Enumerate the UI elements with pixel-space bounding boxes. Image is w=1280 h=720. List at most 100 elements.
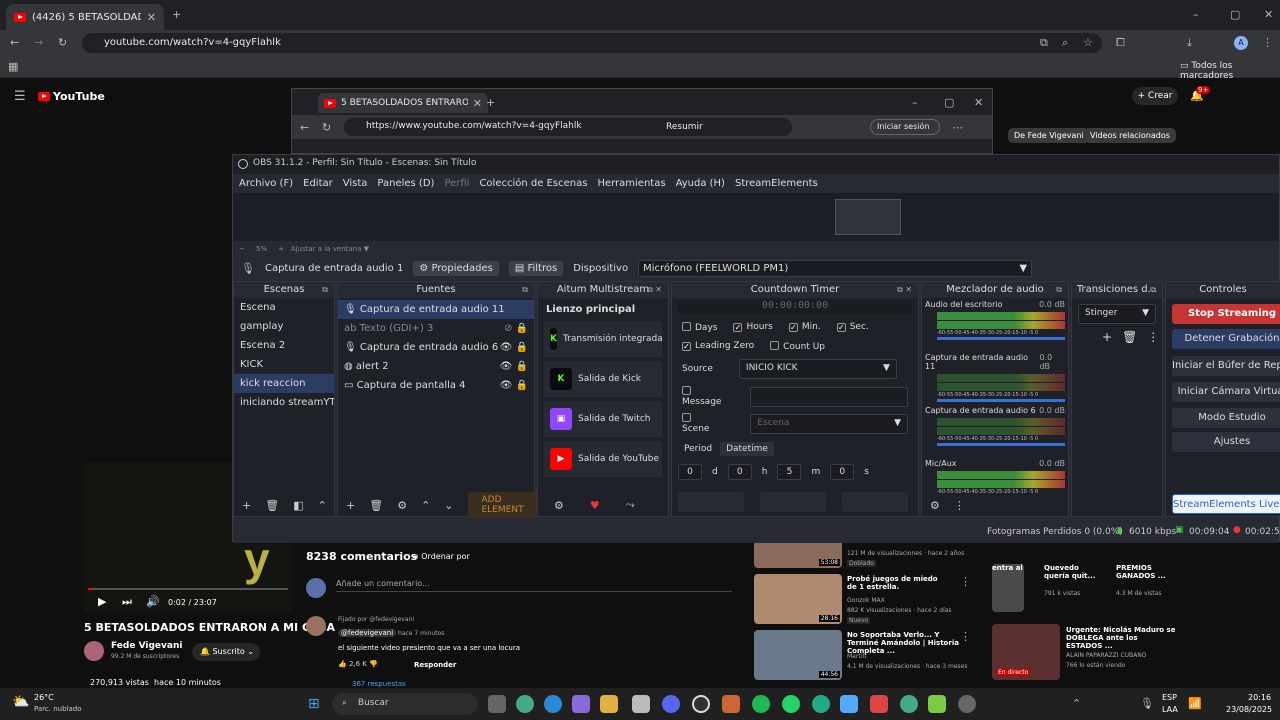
remove-transition-icon[interactable]: 🗑 bbox=[1122, 330, 1137, 344]
grid-title-4[interactable]: Urgente: Nicolás Maduro se DOBLEGA ante … bbox=[1066, 626, 1176, 650]
signin-button[interactable]: Iniciar sesión bbox=[870, 119, 940, 135]
mixer-undock-icon[interactable]: ⧉ bbox=[1056, 282, 1062, 298]
app5-icon[interactable] bbox=[928, 695, 946, 713]
star-icon[interactable]: ☆ bbox=[1083, 37, 1093, 48]
explorer-icon[interactable] bbox=[600, 695, 618, 713]
lang-1[interactable]: ESP bbox=[1162, 693, 1177, 702]
progress-bar[interactable] bbox=[88, 588, 288, 590]
app3-icon[interactable] bbox=[840, 695, 858, 713]
se-live-support-button[interactable]: StreamElements Live Support bbox=[1172, 494, 1280, 514]
hidden-icon[interactable]: ⊘ 🔒 bbox=[504, 319, 528, 338]
filters-button[interactable]: ▤ Filtros bbox=[508, 260, 564, 276]
period-hours[interactable]: 0 bbox=[727, 464, 752, 480]
zoom-out-icon[interactable]: − bbox=[239, 245, 245, 253]
period-minutes[interactable]: 5 bbox=[777, 464, 802, 480]
settings-button[interactable]: Ajustes bbox=[1172, 432, 1280, 452]
spotify-icon[interactable] bbox=[752, 695, 770, 713]
visibility-icon[interactable]: 👁 🔒 bbox=[500, 376, 528, 395]
studio-mode-button[interactable]: Modo Estudio bbox=[1172, 408, 1280, 428]
forward-icon[interactable]: → bbox=[34, 37, 43, 48]
sources-undock-icon[interactable]: ⧉ bbox=[522, 282, 528, 298]
rec-thumb-3[interactable]: 44:56 bbox=[754, 630, 842, 680]
add-transition-icon[interactable]: + bbox=[1102, 330, 1112, 344]
menu-vista[interactable]: Vista bbox=[343, 178, 368, 190]
extensions-icon[interactable]: ⧠ bbox=[1116, 37, 1125, 48]
play-icon[interactable]: ▶ bbox=[98, 596, 106, 607]
menu-herramientas[interactable]: Herramientas bbox=[597, 178, 665, 190]
output-youtube[interactable]: ▶ Salida de YouTube bbox=[544, 441, 662, 477]
period-days[interactable]: 0 bbox=[678, 464, 702, 480]
source-select[interactable]: INICIO KICK ▼ bbox=[738, 359, 897, 379]
aitum-close-icon[interactable]: ⧉ ✕ bbox=[647, 282, 662, 298]
source-item[interactable]: 🎙 Captura de entrada audio 11👁 🔒 bbox=[338, 300, 534, 319]
visibility-icon[interactable]: 👁 🔒 bbox=[500, 357, 528, 376]
check-count-up[interactable]: Count Up bbox=[770, 341, 825, 352]
copilot-icon[interactable] bbox=[572, 695, 590, 713]
menu-streamelements[interactable]: StreamElements bbox=[735, 178, 818, 190]
maximize-icon[interactable]: ▢ bbox=[1230, 9, 1240, 20]
store-icon[interactable] bbox=[632, 695, 650, 713]
chip-related[interactable]: Videos relacionados bbox=[1084, 128, 1176, 143]
check-days[interactable]: Days bbox=[682, 322, 717, 333]
menu-coleccion[interactable]: Colección de Escenas bbox=[479, 178, 587, 190]
zoom-icon[interactable]: ⌕ bbox=[1062, 37, 1068, 48]
mixer-menu-icon[interactable]: ⋮ bbox=[954, 499, 965, 512]
scene-item[interactable]: gamplay bbox=[234, 317, 334, 336]
replay-buffer-button[interactable]: Iniciar el Búfer de Repetición bbox=[1172, 356, 1280, 376]
add-element-button[interactable]: ADD ELEMENT bbox=[467, 492, 538, 518]
menu-editar[interactable]: Editar bbox=[303, 178, 333, 190]
inner-close-icon[interactable]: ✕ bbox=[974, 97, 983, 108]
menu-dots-icon[interactable]: ⋮ bbox=[1262, 37, 1273, 48]
wifi-icon[interactable]: 📶 bbox=[1188, 698, 1202, 709]
countdown-reset-button[interactable] bbox=[842, 492, 908, 512]
source-settings-icon[interactable]: ⚙ bbox=[397, 499, 407, 512]
next-icon[interactable]: ⏭ bbox=[122, 596, 132, 607]
scene-item[interactable]: KICK bbox=[234, 355, 334, 374]
remove-source-icon[interactable]: 🗑 bbox=[369, 499, 383, 512]
comment-author[interactable]: @fedevigevani bbox=[338, 629, 397, 637]
apps-icon[interactable]: ▦ bbox=[8, 61, 18, 72]
chrome-icon[interactable] bbox=[516, 695, 534, 713]
menu-perfil[interactable]: Perfil bbox=[444, 178, 469, 190]
address-bar[interactable]: youtube.com/watch?v=4-gqyFlahlk bbox=[82, 33, 1102, 53]
scene-select[interactable]: Escena ▼ bbox=[750, 413, 908, 434]
check-sec[interactable]: ✓ Sec. bbox=[836, 322, 869, 333]
scene-item[interactable]: iniciando streamYT bbox=[234, 393, 334, 412]
scene-item-selected[interactable]: kick reaccion bbox=[234, 374, 334, 393]
channel-name[interactable]: Fede Vigevani bbox=[111, 641, 182, 651]
device-select[interactable]: Micrófono (FEELWORLD PM1) ▼ bbox=[638, 259, 1033, 277]
minimize-icon[interactable]: – bbox=[1193, 9, 1199, 20]
remove-scene-icon[interactable]: 🗑 bbox=[265, 499, 279, 512]
clock-time[interactable]: 20:16 bbox=[1248, 693, 1271, 702]
scene-item[interactable]: Escena 2 bbox=[234, 336, 334, 355]
check-message[interactable]: Message bbox=[682, 386, 734, 407]
countdown-close-icon[interactable]: ⧉ ✕ bbox=[897, 282, 912, 298]
browser-tab[interactable]: (4426) 5 BETASOLDADOS ENTRA ✕ bbox=[6, 4, 164, 30]
mixer-advanced-icon[interactable]: ⚙ bbox=[930, 499, 940, 512]
grid-title-2[interactable]: Quevedo quería quit... bbox=[1044, 564, 1104, 580]
menu-ayuda[interactable]: Ayuda (H) bbox=[676, 178, 725, 190]
countdown-pause-button[interactable] bbox=[760, 492, 826, 512]
inner-tab[interactable]: 5 BETASOLDADOS ENTRARON A ✕ bbox=[318, 93, 488, 113]
install-icon[interactable]: ⧉ bbox=[1040, 37, 1048, 48]
source-item[interactable]: 🎙 Captura de entrada audio 6 👁 🔒 bbox=[338, 338, 534, 357]
rec-title-3[interactable]: No Soportaba Verlo... Y Terminé Amándolo… bbox=[847, 631, 959, 655]
visibility-icon[interactable]: 👁 🔒 bbox=[500, 338, 528, 357]
start-icon[interactable]: ⊞ bbox=[308, 696, 320, 712]
reply-button[interactable]: Responder bbox=[414, 661, 456, 669]
edge-icon[interactable] bbox=[544, 695, 562, 713]
volume-icon[interactable]: 🔊 bbox=[146, 596, 160, 607]
zoom-in-icon[interactable]: + bbox=[278, 245, 284, 253]
inner-reload-icon[interactable]: ↻ bbox=[322, 122, 331, 133]
rec-title-2[interactable]: Probé juegos de miedo de 1 estrella. bbox=[847, 575, 947, 591]
output-integrated[interactable]: K Transmisión integrada bbox=[544, 321, 662, 357]
period-seconds[interactable]: 0 bbox=[830, 464, 855, 480]
menu-archivo[interactable]: Archivo (F) bbox=[239, 178, 293, 190]
tab-period[interactable]: Period bbox=[678, 442, 718, 456]
create-button[interactable]: + Crear bbox=[1132, 87, 1178, 105]
back-icon[interactable]: ← bbox=[10, 37, 19, 48]
stop-recording-button[interactable]: Detener Grabación bbox=[1172, 329, 1280, 349]
transitions-undock-icon[interactable]: ⧉ bbox=[1150, 282, 1156, 298]
channel-avatar[interactable] bbox=[84, 641, 104, 661]
check-scene[interactable]: Scene bbox=[682, 413, 722, 434]
